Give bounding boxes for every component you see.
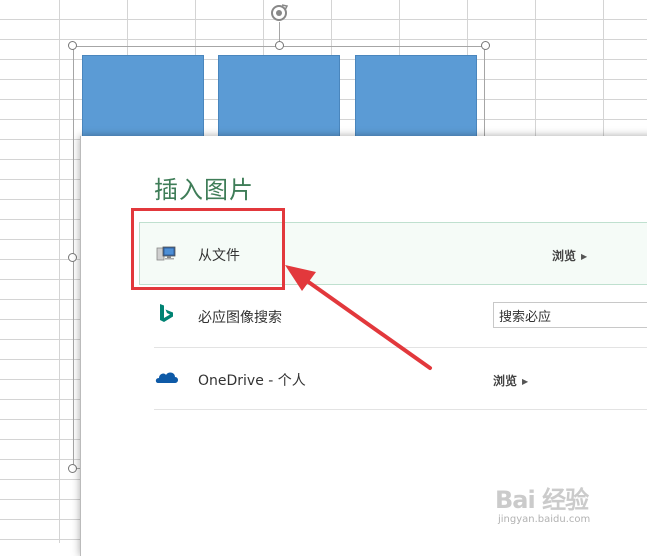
onedrive-icon (155, 372, 178, 383)
rotate-handle-icon[interactable] (268, 2, 290, 24)
watermark-logo: Bai 经验 (495, 486, 589, 514)
row-label-bing: 必应图像搜索 (198, 310, 282, 326)
annotation-highlight-box (131, 208, 285, 290)
browse-onedrive-label: 浏览 (493, 374, 518, 388)
resize-handle[interactable] (68, 253, 77, 262)
resize-handle[interactable] (481, 41, 490, 50)
triangle-right-icon: ▶ (522, 377, 529, 386)
watermark: Bai 经验 jingyan.baidu.com (495, 478, 635, 533)
row-onedrive[interactable]: OneDrive - 个人 浏览 ▶ (154, 348, 647, 410)
bing-icon (160, 304, 173, 322)
bing-search-input[interactable] (493, 302, 647, 328)
row-label-onedrive: OneDrive - 个人 (198, 373, 306, 389)
rotate-stem (279, 22, 280, 42)
resize-handle[interactable] (275, 41, 284, 50)
browse-onedrive-link[interactable]: 浏览 ▶ (493, 372, 528, 389)
resize-handle[interactable] (68, 464, 77, 473)
dialog-title: 插入图片 (154, 176, 254, 204)
resize-handle[interactable] (68, 41, 77, 50)
triangle-right-icon: ▶ (581, 252, 588, 261)
browse-file-link[interactable]: 浏览 ▶ (552, 247, 587, 264)
browse-file-label: 浏览 (552, 249, 577, 263)
watermark-url: jingyan.baidu.com (498, 514, 591, 525)
